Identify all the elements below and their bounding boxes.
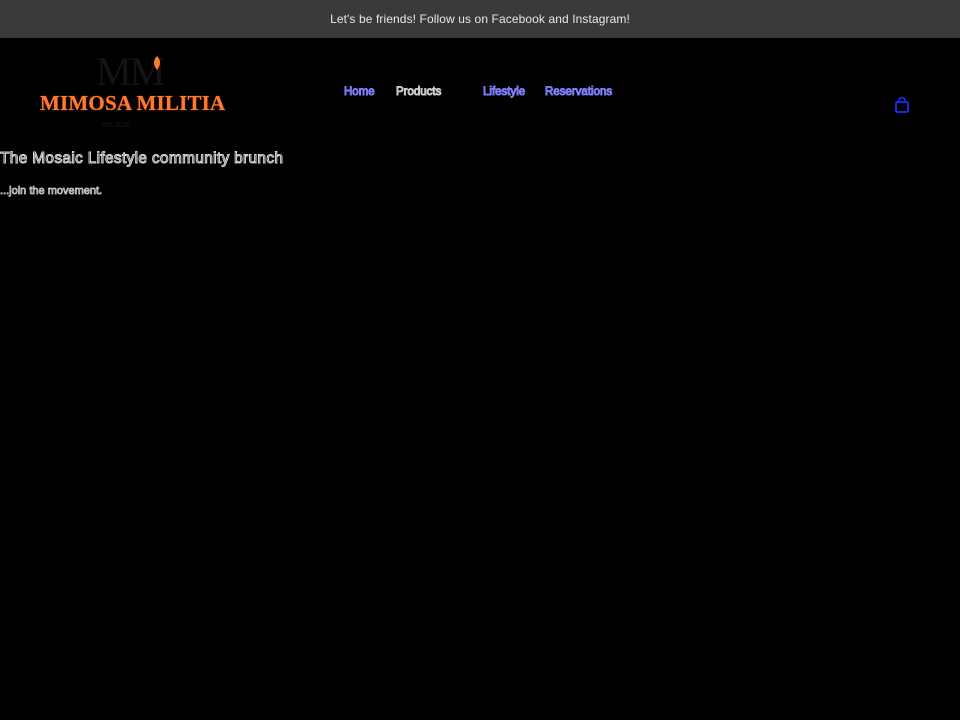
announcement-bar: Let's be friends! Follow us on Facebook …: [0, 0, 960, 38]
brand-tagline: est. 2020: [102, 122, 131, 129]
shopping-bag-icon[interactable]: [893, 96, 911, 114]
hero-title: The Mosaic Lifestyle community brunch: [0, 150, 284, 168]
nav-item-reservations[interactable]: Reservations: [544, 86, 612, 99]
hero-subtitle: ...join the movement.: [0, 185, 103, 198]
site-header: MM MIMOSA MILITIA est. 2020 Home Product…: [0, 38, 960, 148]
brand-name: MIMOSA MILITIA: [40, 91, 226, 115]
nav-item-home[interactable]: Home: [344, 86, 376, 99]
announcement-text: Let's be friends! Follow us on Facebook …: [330, 12, 630, 26]
nav-item-lifestyle[interactable]: Lifestyle: [482, 86, 525, 99]
leaf-icon: [154, 56, 160, 70]
nav-item-products[interactable]: Products: [395, 86, 441, 99]
brand-logo[interactable]: MM MIMOSA MILITIA est. 2020: [38, 46, 232, 132]
